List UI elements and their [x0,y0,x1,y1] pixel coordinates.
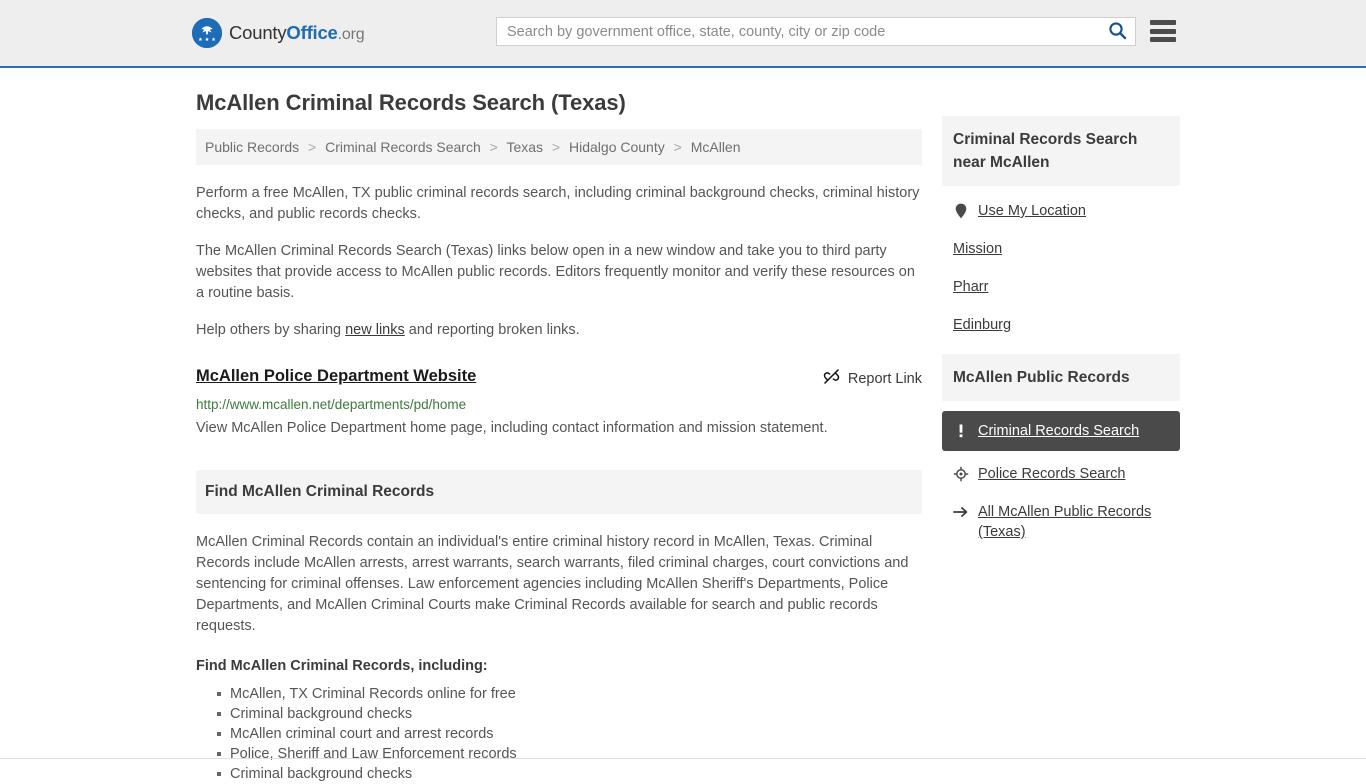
map-pin-icon [953,202,969,220]
hamburger-bar [1150,28,1176,34]
sidebar-item-use-my-location[interactable]: Use My Location [942,192,1180,230]
breadcrumb: Public Records > Criminal Records Search… [196,129,922,165]
sidebar-item-label[interactable]: Use My Location [978,201,1086,221]
logo-text-org: .org [337,26,365,43]
sidebar-item-label[interactable]: Police Records Search [978,464,1126,484]
sidebar-item-label[interactable]: Criminal Records Search [978,421,1139,441]
list-item: McAllen criminal court and arrest record… [217,724,922,744]
hamburger-bar [1150,37,1176,42]
result-url: http://www.mcallen.net/departments/pd/ho… [196,397,467,412]
sidebar-panel-nearby: Criminal Records Search near McAllen Use… [942,116,1180,344]
eagle-seal-icon [192,18,222,48]
logo-text-office: Office [286,22,338,43]
logo-text-county: County [229,22,287,43]
search-icon [1108,21,1127,43]
sidebar: Criminal Records Search near McAllen Use… [942,116,1180,561]
breadcrumb-separator: > [308,139,317,155]
sidebar-item-edinburg[interactable]: Edinburg [942,306,1180,344]
link-result: McAllen Police Department Website Report… [196,367,922,438]
new-links-link[interactable]: new links [345,322,405,338]
content-row: Public Records > Criminal Records Search… [196,116,1180,784]
search-button[interactable] [1099,18,1135,45]
section-header-bar: Find McAllen Criminal Records [196,470,922,514]
page-body: McAllen Criminal Records Search (Texas) … [0,90,1366,784]
sidebar-item-label[interactable]: Mission [953,239,1002,259]
sidebar-panel-public-records-header: McAllen Public Records [942,354,1180,401]
page-bottom-divider [0,758,1366,759]
sidebar-item-label[interactable]: Pharr [953,277,988,297]
hamburger-menu-icon[interactable] [1150,20,1176,42]
breadcrumb-item-hidalgo-county[interactable]: Hidalgo County [569,139,665,155]
search-bar[interactable] [496,17,1136,46]
arrow-right-icon [953,503,969,521]
share-text-prefix: Help others by sharing [196,322,346,338]
breadcrumb-item-public-records[interactable]: Public Records [205,139,299,155]
main-column: Public Records > Criminal Records Search… [196,116,922,784]
sidebar-nearby-links: Use My Location Mission Pharr Edinburg [942,186,1180,344]
exclamation-icon [953,422,969,440]
hamburger-bar [1150,20,1176,25]
list-item: Criminal background checks [217,704,922,724]
breadcrumb-separator: > [673,139,682,155]
breadcrumb-item-texas[interactable]: Texas [506,139,543,155]
link-result-header: McAllen Police Department Website Report… [196,367,922,389]
site-header: CountyOffice.org [0,0,1366,68]
sidebar-item-mission[interactable]: Mission [942,230,1180,268]
sidebar-panel-public-records: McAllen Public Records Criminal Records … [942,354,1180,551]
section-paragraph: McAllen Criminal Records contain an indi… [196,534,909,634]
result-title-link[interactable]: McAllen Police Department Website [196,367,476,386]
share-text-suffix: and reporting broken links. [404,322,580,338]
site-logo-text: CountyOffice.org [229,22,365,44]
sidebar-public-records-links: Criminal Records Search Police Records S… [942,401,1180,551]
breadcrumb-separator: > [551,139,561,155]
intro-paragraph-3: Help others by sharing new links and rep… [196,320,922,341]
sidebar-item-all-public-records[interactable]: All McAllen Public Records (Texas) [942,493,1180,551]
breadcrumb-item-criminal-records-search[interactable]: Criminal Records Search [325,139,481,155]
page-title: McAllen Criminal Records Search (Texas) [196,90,626,115]
list-item: Criminal background checks [217,764,922,784]
result-description: View McAllen Police Department home page… [196,420,828,436]
intro-text: Perform a free McAllen, TX public crimin… [196,183,922,341]
sidebar-item-police-records-search[interactable]: Police Records Search [942,455,1180,493]
sidebar-item-pharr[interactable]: Pharr [942,268,1180,306]
breadcrumb-separator: > [489,139,498,155]
records-bullet-list: McAllen, TX Criminal Records online for … [196,684,922,784]
broken-link-icon [823,368,840,389]
section-body: McAllen Criminal Records contain an indi… [196,532,922,784]
section-sub-heading: Find McAllen Criminal Records, including… [196,658,488,674]
list-item: Police, Sheriff and Law Enforcement reco… [217,744,922,764]
police-badge-icon [953,465,969,483]
search-input[interactable] [497,18,1099,45]
sidebar-nearby-heading: Criminal Records Search near McAllen [953,131,1138,171]
section-heading: Find McAllen Criminal Records [205,483,435,500]
sidebar-public-records-heading: McAllen Public Records [953,369,1130,386]
report-link-label: Report Link [847,370,922,387]
report-link-button[interactable]: Report Link [823,367,922,389]
list-item: McAllen, TX Criminal Records online for … [217,684,922,704]
sidebar-panel-nearby-header: Criminal Records Search near McAllen [942,116,1180,186]
sidebar-item-label[interactable]: All McAllen Public Records (Texas) [978,502,1169,542]
site-logo[interactable]: CountyOffice.org [192,18,365,48]
sidebar-item-label[interactable]: Edinburg [953,315,1011,335]
breadcrumb-item-mcallen[interactable]: McAllen [691,139,741,155]
intro-paragraph-2: The McAllen Criminal Records Search (Tex… [196,243,915,301]
sidebar-item-criminal-records-search[interactable]: Criminal Records Search [942,411,1180,451]
intro-paragraph-1: Perform a free McAllen, TX public crimin… [196,185,920,222]
